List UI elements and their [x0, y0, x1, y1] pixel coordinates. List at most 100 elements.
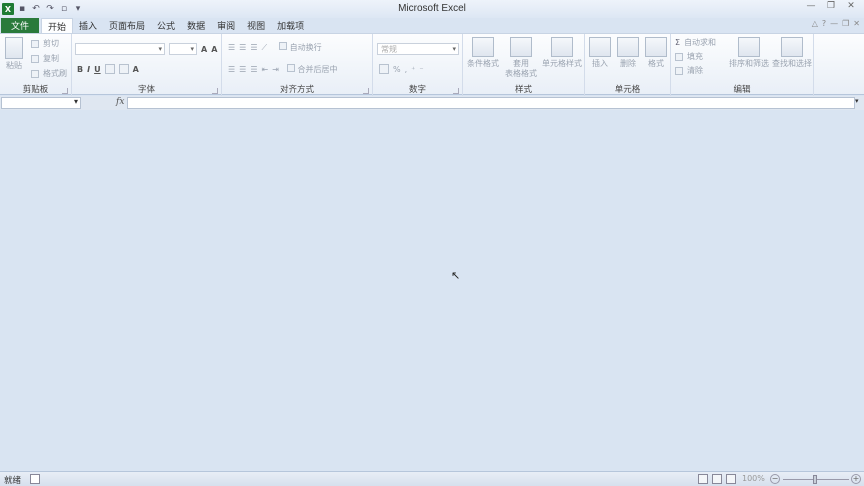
italic-button[interactable]: I	[87, 65, 90, 74]
ribbon-tabs: 文件 开始 插入 页面布局 公式 数据 审阅 视图 加载项	[0, 18, 864, 33]
delete-cells-button[interactable]: 删除	[615, 37, 641, 69]
alignment-launcher-icon[interactable]	[363, 88, 369, 94]
number-format-select[interactable]: 常规	[377, 43, 459, 55]
comma-style-icon[interactable]: ,	[405, 65, 408, 74]
align-right-icon[interactable]: ☰	[250, 65, 257, 74]
window-title: Microsoft Excel	[398, 3, 466, 14]
autosum-button[interactable]: Σ 自动求和	[675, 37, 716, 48]
zoom-out-icon[interactable]: −	[770, 474, 780, 484]
decrease-decimal-icon[interactable]: ⁻	[419, 65, 423, 74]
border-icon[interactable]	[104, 64, 115, 74]
title-bar: X ▪ ↶ ↷ ▫ ▾ Microsoft Excel — ❐ ✕	[0, 0, 864, 18]
bold-button[interactable]: B	[77, 65, 83, 74]
fill-button[interactable]: 填充	[675, 51, 703, 62]
tab-review[interactable]: 审阅	[211, 18, 241, 33]
workbook-area	[0, 111, 864, 471]
tab-data[interactable]: 数据	[181, 18, 211, 33]
tab-home[interactable]: 开始	[41, 18, 74, 33]
table-icon	[510, 37, 532, 57]
page-break-view-icon[interactable]	[726, 474, 736, 484]
mouse-cursor-icon: ↖	[451, 269, 461, 282]
eraser-icon	[675, 66, 683, 75]
tab-file[interactable]: 文件	[1, 18, 39, 33]
paste-button[interactable]: 粘贴	[3, 37, 25, 71]
conditional-formatting-icon	[472, 37, 494, 57]
fill-down-icon	[675, 52, 683, 61]
tab-formulas[interactable]: 公式	[151, 18, 181, 33]
underline-button[interactable]: U	[94, 65, 101, 74]
delete-cells-icon	[617, 37, 639, 57]
ribbon-window-controls: △ ? — ❐ ✕	[812, 19, 860, 28]
font-label: 字体	[137, 85, 155, 95]
increase-indent-icon[interactable]: ⇥	[272, 65, 279, 74]
number-label: 数字	[408, 85, 426, 95]
cut-button[interactable]: 剪切	[31, 38, 59, 49]
expand-formula-icon[interactable]: ▾	[855, 97, 863, 109]
workbook-close-icon[interactable]: ✕	[853, 19, 860, 28]
font-size-select[interactable]	[169, 43, 197, 55]
merge-center-button[interactable]: 合并后居中	[286, 64, 337, 75]
align-top-icon[interactable]: ☰	[228, 43, 235, 52]
font-launcher-icon[interactable]	[212, 88, 218, 94]
align-middle-icon[interactable]: ☰	[239, 43, 246, 52]
increase-decimal-icon[interactable]: ⁺	[411, 65, 415, 74]
restore-icon[interactable]: ❐	[822, 0, 840, 12]
name-box[interactable]	[1, 97, 81, 109]
alignment-label: 对齐方式	[279, 85, 314, 95]
normal-view-icon[interactable]	[698, 474, 708, 484]
format-as-table-button[interactable]: 套用 表格格式	[503, 37, 539, 79]
zoom-slider-thumb[interactable]	[813, 475, 817, 484]
scissors-icon	[31, 39, 39, 48]
tab-insert[interactable]: 插入	[73, 18, 103, 33]
tab-addins[interactable]: 加载项	[271, 18, 310, 33]
orientation-icon[interactable]: ⟋	[262, 43, 268, 53]
cell-styles-icon	[551, 37, 573, 57]
clipboard-launcher-icon[interactable]	[62, 88, 68, 94]
find-select-button[interactable]: 查找和选择	[771, 37, 813, 69]
minimize-icon[interactable]: —	[802, 0, 820, 12]
close-icon[interactable]: ✕	[842, 0, 860, 12]
conditional-formatting-button[interactable]: 条件格式	[465, 37, 501, 69]
number-group: 常规 % , ⁺ ⁻ 数字	[373, 34, 463, 96]
decrease-indent-icon[interactable]: ⇤	[262, 65, 269, 74]
ribbon: 粘贴 剪切 复制 格式刷 剪贴板 A A B I U A	[0, 33, 864, 96]
clipboard-group: 粘贴 剪切 复制 格式刷 剪贴板	[0, 34, 72, 96]
merge-icon	[286, 64, 295, 72]
grow-font-icon[interactable]: A	[201, 45, 207, 54]
align-center-icon[interactable]: ☰	[239, 65, 246, 74]
currency-icon[interactable]	[379, 64, 389, 74]
tab-page-layout[interactable]: 页面布局	[103, 18, 151, 33]
insert-cells-button[interactable]: 插入	[587, 37, 613, 69]
fill-color-icon[interactable]	[118, 64, 129, 74]
zoom-in-icon[interactable]: +	[851, 474, 861, 484]
ribbon-minimize-icon[interactable]: △	[812, 19, 818, 28]
align-bottom-icon[interactable]: ☰	[250, 43, 257, 52]
workbook-minimize-icon[interactable]: —	[830, 19, 838, 28]
workbook-restore-icon[interactable]: ❐	[842, 19, 849, 28]
number-launcher-icon[interactable]	[453, 88, 459, 94]
format-painter-button[interactable]: 格式刷	[31, 68, 67, 79]
font-name-select[interactable]	[75, 43, 165, 55]
page-layout-view-icon[interactable]	[712, 474, 722, 484]
sigma-icon: Σ	[675, 38, 681, 47]
zoom-level[interactable]: 100%	[742, 474, 765, 483]
align-left-icon[interactable]: ☰	[228, 65, 235, 74]
macro-record-icon[interactable]	[30, 474, 40, 484]
clear-button[interactable]: 清除	[675, 65, 703, 76]
font-color-icon[interactable]: A	[133, 65, 139, 74]
wrap-text-button[interactable]: 自动换行	[279, 42, 322, 53]
shrink-font-icon[interactable]: A	[211, 45, 217, 54]
format-cells-button[interactable]: 格式	[643, 37, 669, 69]
copy-button[interactable]: 复制	[31, 53, 59, 64]
help-icon[interactable]: ?	[822, 19, 826, 28]
status-bar: 就绪 100% − +	[0, 471, 864, 486]
font-group: A A B I U A 字体	[72, 34, 222, 96]
percent-button[interactable]: %	[393, 65, 401, 74]
cell-styles-button[interactable]: 单元格样式	[541, 37, 583, 69]
insert-function-icon[interactable]: fx	[116, 97, 124, 107]
formula-input[interactable]	[127, 97, 855, 109]
tab-view[interactable]: 视图	[241, 18, 271, 33]
sort-filter-button[interactable]: 排序和筛选	[728, 37, 770, 69]
sort-filter-icon	[738, 37, 760, 57]
clipboard-label: 剪贴板	[22, 85, 49, 95]
